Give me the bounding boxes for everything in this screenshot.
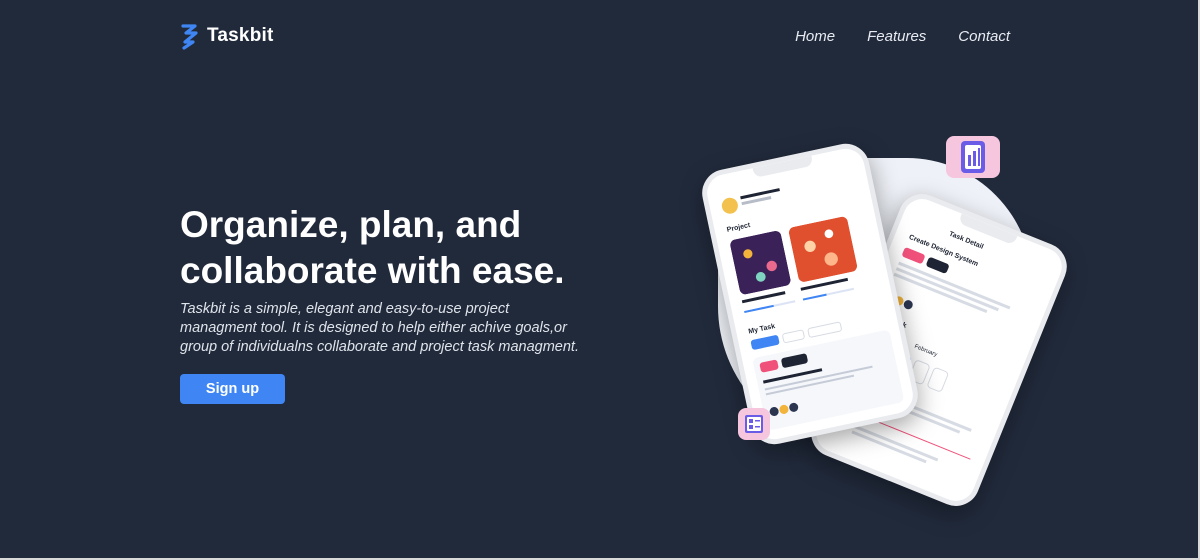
chart-icon [946,136,1000,178]
hero-description: Taskbit is a simple, elegant and easy-to… [180,301,579,355]
nav-link-contact[interactable]: Contact [958,28,1010,45]
brand-name: Taskbit [207,25,274,46]
checklist-icon [738,408,770,440]
nav-link-features[interactable]: Features [867,28,926,45]
top-navigation: Taskbit Home Features Contact [180,20,1010,52]
hero-title: Organize, plan, and collaborate with eas… [180,202,620,294]
hero-title-line-2: collaborate with ease. [180,250,565,291]
sign-up-button[interactable]: Sign up [180,374,285,404]
nav-links: Home Features Contact [795,28,1010,45]
hero-title-line-1: Organize, plan, and [180,204,522,245]
app-mockup-illustration: Task Detail Create Design System Sub Tas… [697,118,1074,514]
taskbit-logo-icon [181,24,198,50]
brand[interactable]: Taskbit [180,22,274,50]
nav-link-home[interactable]: Home [795,28,835,45]
